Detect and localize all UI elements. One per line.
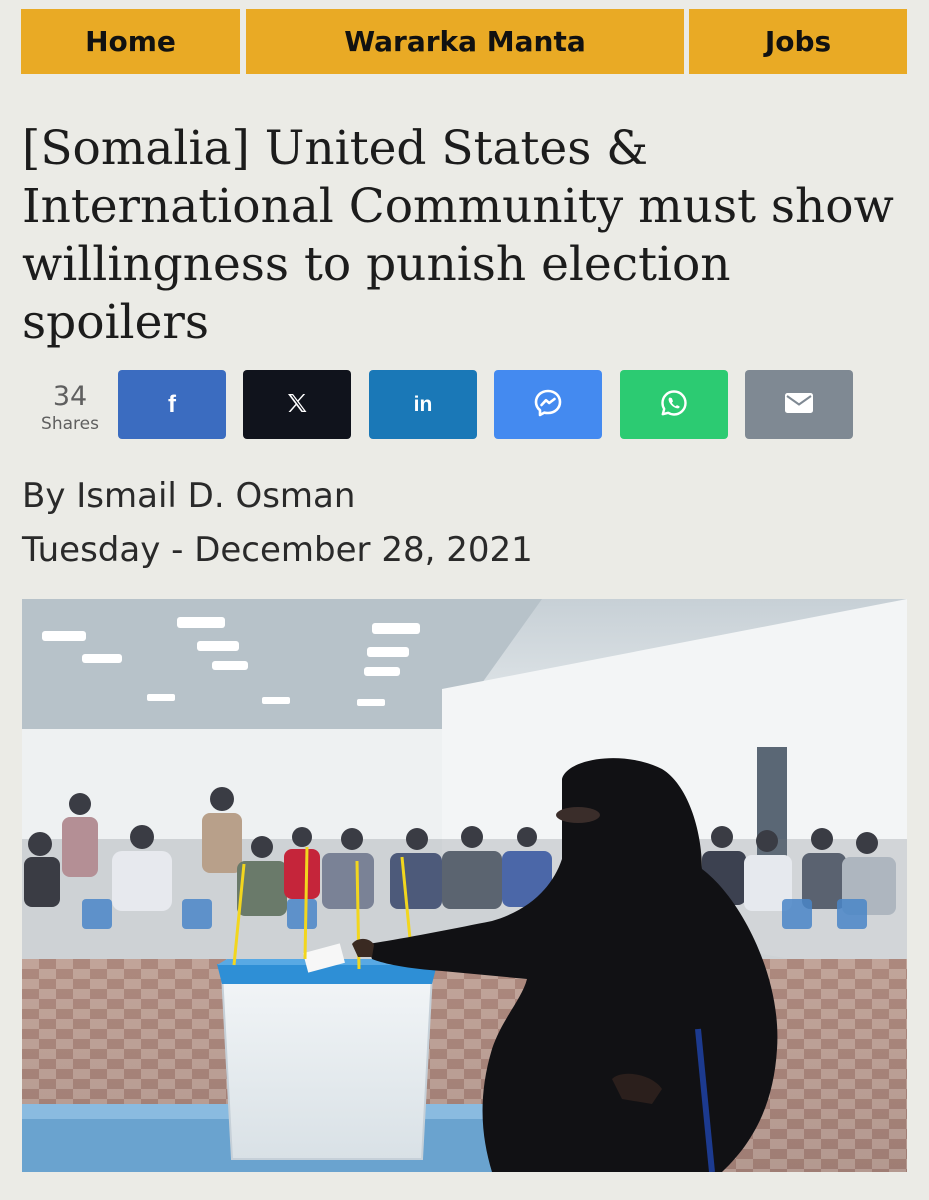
whatsapp-share-button[interactable] bbox=[620, 370, 728, 439]
article-date: Tuesday - December 28, 2021 bbox=[22, 530, 533, 570]
share-count-number: 34 bbox=[52, 381, 88, 412]
nav-wararka-manta-link[interactable]: Wararka Manta bbox=[246, 9, 684, 74]
nav-home-link[interactable]: Home bbox=[21, 9, 240, 74]
x-icon bbox=[285, 391, 309, 419]
messenger-share-button[interactable] bbox=[494, 370, 602, 439]
linkedin-share-button[interactable]: in bbox=[369, 370, 477, 439]
linkedin-icon: in bbox=[413, 392, 433, 416]
share-count-label: Shares bbox=[41, 414, 99, 434]
messenger-icon bbox=[532, 387, 564, 423]
x-share-button[interactable] bbox=[243, 370, 351, 439]
email-share-button[interactable] bbox=[745, 370, 853, 439]
facebook-icon: f bbox=[168, 390, 176, 418]
facebook-share-button[interactable]: f bbox=[118, 370, 226, 439]
whatsapp-icon bbox=[658, 387, 690, 423]
article-byline: By Ismail D. Osman bbox=[22, 476, 356, 516]
article-title: [Somalia] United States & International … bbox=[22, 121, 894, 350]
email-icon bbox=[784, 391, 814, 419]
top-nav: Home Wararka Manta Jobs bbox=[21, 9, 907, 74]
share-count: 34 Shares bbox=[30, 381, 110, 435]
article-photo bbox=[22, 599, 907, 1172]
nav-jobs-link[interactable]: Jobs bbox=[689, 9, 907, 74]
